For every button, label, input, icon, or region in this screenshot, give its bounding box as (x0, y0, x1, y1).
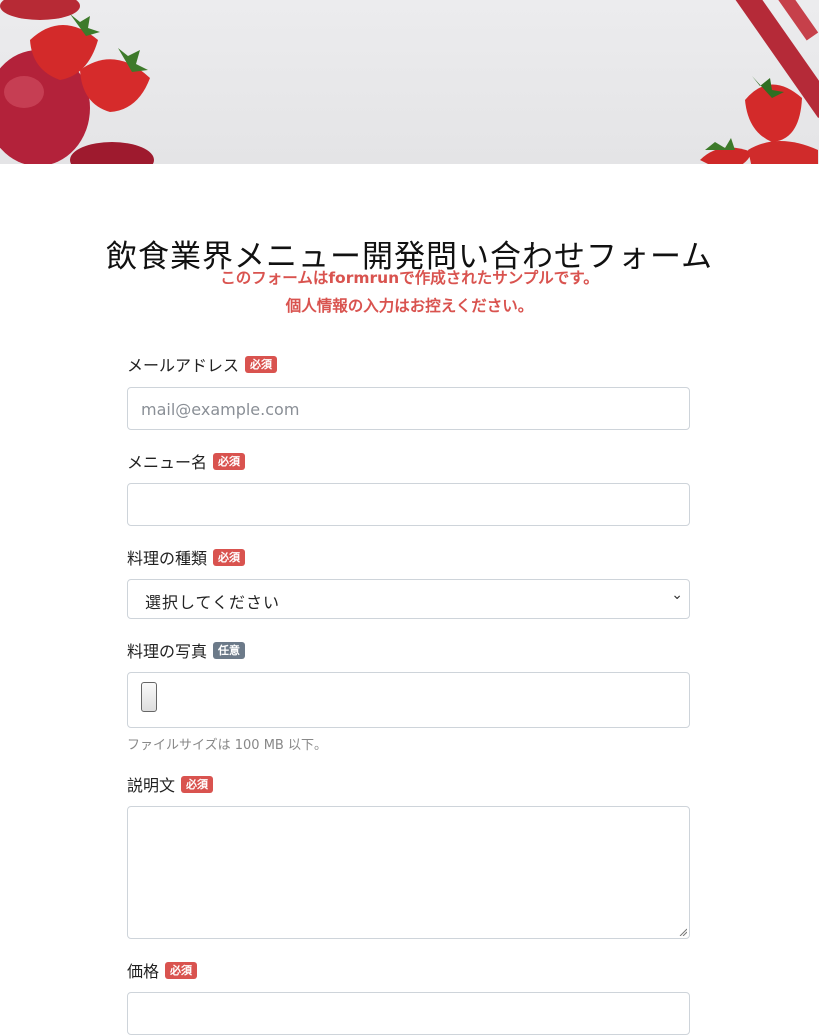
menu-name-label: メニュー名 必須 (127, 449, 246, 473)
fruit-banner-image (0, 0, 819, 164)
optional-badge: 任意 (213, 641, 246, 659)
resize-handle-icon[interactable] (679, 928, 687, 936)
email-label-text: メールアドレス (127, 356, 240, 375)
required-badge: 必須 (165, 961, 198, 979)
required-badge: 必須 (181, 775, 214, 793)
email-placeholder: mail@example.com (141, 400, 300, 419)
cuisine-type-label: 料理の種類 必須 (127, 545, 246, 569)
description-textarea[interactable] (127, 806, 690, 939)
required-badge: 必須 (213, 452, 246, 470)
sample-notice: このフォームはformrunで作成されたサンプルです。 個人情報の入力はお控えく… (0, 264, 819, 320)
email-field[interactable]: mail@example.com (127, 387, 690, 430)
description-label-text: 説明文 (127, 776, 176, 795)
photo-file-input[interactable] (127, 672, 690, 728)
hero-banner (0, 0, 819, 164)
file-size-help: ファイルサイズは 100 MB 以下。 (127, 738, 327, 753)
file-choose-button[interactable] (141, 682, 157, 712)
photo-label: 料理の写真 任意 (127, 638, 246, 662)
price-label: 価格 必須 (127, 958, 198, 982)
chevron-down-icon: ⌄ (671, 587, 683, 603)
required-badge: 必須 (245, 355, 278, 373)
description-label: 説明文 必須 (127, 772, 214, 796)
menu-name-label-text: メニュー名 (127, 453, 208, 472)
photo-label-text: 料理の写真 (127, 642, 208, 661)
cuisine-type-label-text: 料理の種類 (127, 549, 208, 568)
cuisine-type-selected: 選択してください (145, 593, 281, 612)
notice-line-2: 個人情報の入力はお控えください。 (285, 297, 534, 315)
menu-name-field[interactable] (127, 483, 690, 526)
cuisine-type-select[interactable]: 選択してください ⌄ (127, 579, 690, 619)
email-label: メールアドレス 必須 (127, 352, 278, 376)
required-badge: 必須 (213, 548, 246, 566)
notice-line-1: このフォームはformrunで作成されたサンプルです。 (220, 269, 599, 287)
price-label-text: 価格 (127, 962, 160, 981)
price-field[interactable] (127, 992, 690, 1035)
